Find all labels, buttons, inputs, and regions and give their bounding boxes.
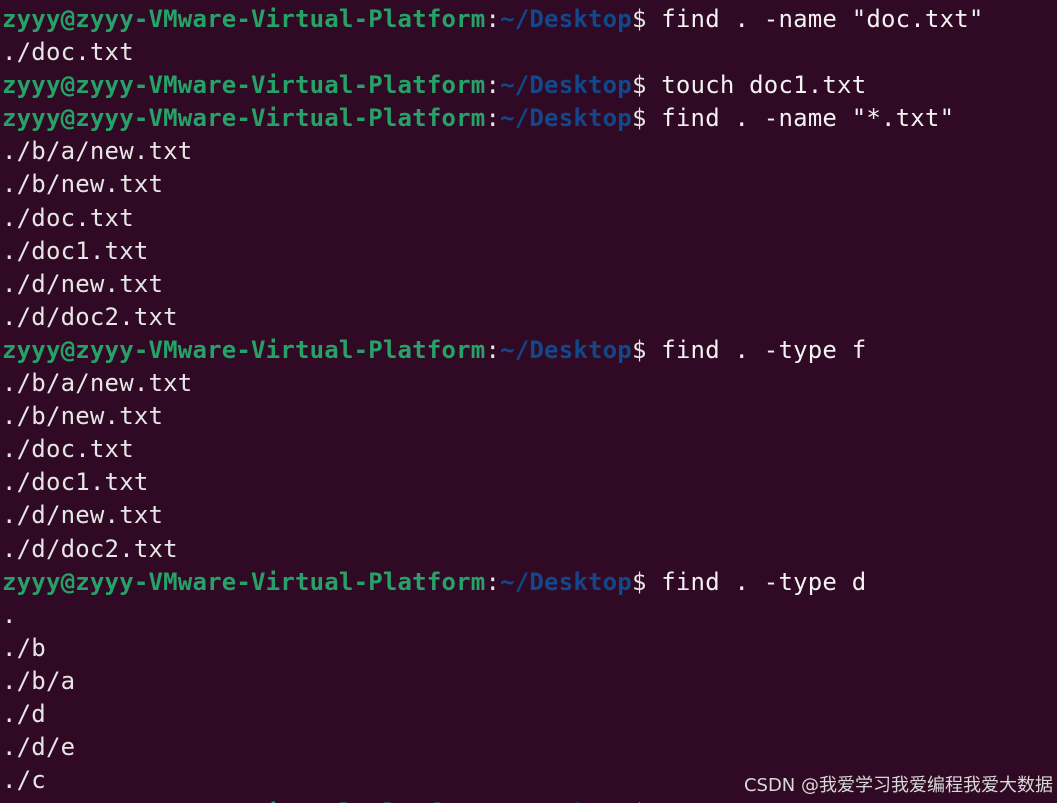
- output-text: ./doc.txt: [2, 435, 134, 464]
- output-line: ./b/a: [2, 665, 1057, 698]
- output-text: ./b: [2, 633, 46, 662]
- prompt-line: zyyy@zyyy-VMware-Virtual-Platform:~/Desk…: [2, 797, 1057, 803]
- prompt-line: zyyy@zyyy-VMware-Virtual-Platform:~/Desk…: [2, 3, 1057, 36]
- output-line: ./b/a/new.txt: [2, 135, 1057, 168]
- prompt-colon: :: [485, 335, 501, 364]
- output-line: ./d/doc2.txt: [2, 533, 1057, 566]
- terminal-output[interactable]: zyyy@zyyy-VMware-Virtual-Platform:~/Desk…: [2, 3, 1057, 803]
- output-line: ./b/new.txt: [2, 400, 1057, 433]
- prompt-symbol: $: [631, 5, 662, 33]
- prompt-path: ~/Desktop: [500, 799, 632, 803]
- prompt-line: zyyy@zyyy-VMware-Virtual-Platform:~/Desk…: [2, 102, 1057, 135]
- output-line: ./doc.txt: [2, 36, 1057, 69]
- output-line: ./doc.txt: [2, 433, 1057, 466]
- prompt-symbol: $: [631, 104, 662, 133]
- output-text: ./doc1.txt: [2, 236, 149, 265]
- output-line: ./doc.txt: [2, 202, 1057, 235]
- prompt-path: ~/Desktop: [500, 5, 632, 33]
- prompt-symbol: $: [632, 799, 661, 803]
- output-line: ./d/doc2.txt: [2, 301, 1057, 334]
- prompt-line: zyyy@zyyy-VMware-Virtual-Platform:~/Desk…: [2, 334, 1057, 367]
- output-line: ./d: [2, 698, 1057, 731]
- prompt-user-host: zyyy@zyyy-VMware-Virtual-Platform: [2, 567, 486, 596]
- output-line: ./d/new.txt: [2, 499, 1057, 532]
- output-text: ./b/new.txt: [2, 402, 164, 431]
- csdn-watermark: CSDN @我爱学习我爱编程我爱大数据: [743, 775, 1053, 796]
- output-text: ./doc.txt: [2, 203, 134, 232]
- output-text: ./doc1.txt: [2, 468, 149, 497]
- output-text: ./d/new.txt: [2, 269, 164, 298]
- output-line: ./doc1.txt: [2, 235, 1057, 268]
- output-text: ./c: [2, 766, 46, 795]
- command-text: find . -name "*.txt": [661, 104, 955, 133]
- prompt-path: ~/Desktop: [500, 567, 632, 596]
- command-text: find . -name "doc.txt": [661, 5, 984, 33]
- prompt-path: ~/Desktop: [500, 104, 632, 133]
- output-text: ./b/a/new.txt: [2, 369, 193, 398]
- output-line: ./d/e: [2, 731, 1057, 764]
- output-text: ./b/a: [2, 666, 76, 695]
- prompt-user-host: zyyy@zyyy-VMware-Virtual-Platform: [2, 799, 485, 803]
- output-text: ./d: [2, 699, 46, 728]
- command-text: touch doc1.txt: [661, 71, 867, 100]
- output-line: ./b: [2, 632, 1057, 665]
- prompt-user-host: zyyy@zyyy-VMware-Virtual-Platform: [2, 104, 486, 133]
- output-text: .: [2, 600, 17, 629]
- prompt-path: ~/Desktop: [500, 71, 632, 100]
- prompt-colon: :: [485, 104, 501, 133]
- command-text: find . -type d: [661, 567, 867, 596]
- output-text: ./d/e: [2, 733, 76, 762]
- output-text: ./d/new.txt: [2, 501, 164, 530]
- output-text: ./d/doc2.txt: [2, 534, 178, 563]
- prompt-colon: :: [485, 71, 501, 100]
- output-line: ./b/a/new.txt: [2, 367, 1057, 400]
- prompt-user-host: zyyy@zyyy-VMware-Virtual-Platform: [2, 335, 486, 364]
- prompt-line: zyyy@zyyy-VMware-Virtual-Platform:~/Desk…: [2, 566, 1057, 599]
- output-text: ./b/new.txt: [2, 170, 164, 199]
- output-line: ./b/new.txt: [2, 168, 1057, 201]
- prompt-symbol: $: [631, 71, 662, 100]
- command-text: find . -type f: [661, 335, 867, 364]
- prompt-path: ~/Desktop: [500, 335, 632, 364]
- prompt-user-host: zyyy@zyyy-VMware-Virtual-Platform: [2, 71, 486, 100]
- prompt-symbol: $: [631, 335, 662, 364]
- prompt-colon: :: [485, 799, 500, 803]
- prompt-symbol: $: [631, 567, 662, 596]
- prompt-colon: :: [485, 567, 501, 596]
- output-line: ./doc1.txt: [2, 466, 1057, 499]
- prompt-colon: :: [485, 5, 501, 33]
- output-text: ./b/a/new.txt: [2, 137, 193, 166]
- output-text: ./doc.txt: [2, 38, 134, 67]
- prompt-line: zyyy@zyyy-VMware-Virtual-Platform:~/Desk…: [2, 69, 1057, 102]
- prompt-user-host: zyyy@zyyy-VMware-Virtual-Platform: [2, 5, 486, 33]
- output-line: .: [2, 599, 1057, 632]
- output-line: ./d/new.txt: [2, 268, 1057, 301]
- output-text: ./d/doc2.txt: [2, 302, 178, 331]
